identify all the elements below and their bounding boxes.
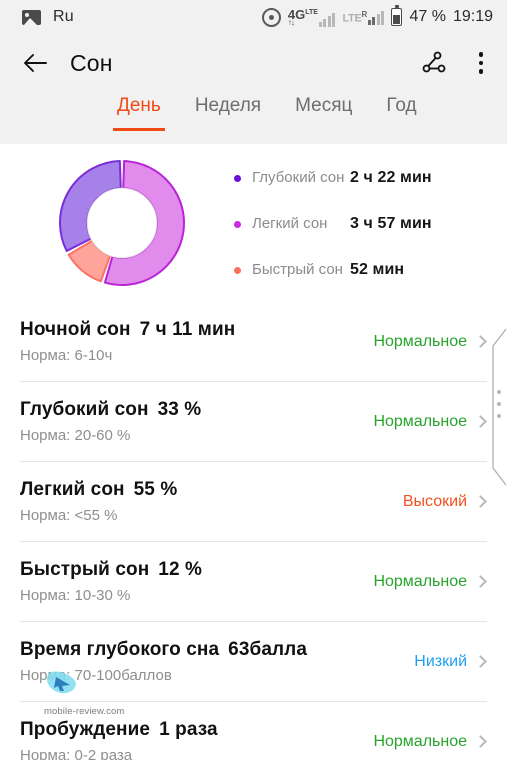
input-language-indicator: Ru — [53, 8, 74, 25]
network-label: 4G — [287, 6, 306, 22]
tab-year[interactable]: Год — [369, 92, 433, 138]
row-value-light-sleep: 55 % — [133, 479, 178, 500]
legend-dot-light-sleep — [234, 220, 241, 228]
edge-panel-dots — [497, 390, 501, 418]
table-row-rem-sleep[interactable]: Быстрый сон 12 % Норма: 10-30 % Нормально… — [0, 542, 507, 621]
status-badge-rem-sleep: Нормальное — [373, 572, 467, 590]
row-value-deep-sleep-time: 63балла — [228, 639, 307, 660]
legend-label-rem-sleep: Быстрый сон — [252, 261, 343, 279]
more-vertical-icon — [478, 52, 483, 57]
chevron-right-icon — [474, 735, 487, 748]
tab-day[interactable]: День — [100, 92, 178, 138]
edge-panel-handle[interactable] — [485, 328, 507, 486]
legend-item-light-sleep: Легкий сон 3 ч 57 мин — [234, 201, 432, 247]
battery-percent-label: 47 % — [409, 8, 446, 25]
status-bar: Ru 4GLTE ↑↓ LTER 47 % 19:19 — [0, 0, 507, 34]
clock-label: 19:19 — [452, 8, 493, 25]
legend-value-light-sleep: 3 ч 57 мин — [350, 215, 432, 232]
status-badge-deep-sleep: Нормальное — [373, 412, 467, 430]
tab-month[interactable]: Месяц — [278, 92, 369, 138]
app-bar: Сон — [0, 34, 507, 92]
back-arrow-icon — [24, 54, 47, 72]
status-badge-light-sleep: Высокий — [402, 492, 467, 510]
period-tabs: День Неделя Месяц Год — [0, 92, 507, 144]
row-title-rem-sleep: Быстрый сон — [20, 559, 150, 580]
battery-icon — [391, 5, 403, 26]
network-sup-label: LTE — [305, 8, 318, 16]
table-row-light-sleep[interactable]: Легкий сон 55 % Норма: <55 % Высокий — [0, 462, 507, 541]
back-button[interactable] — [18, 46, 52, 80]
legend-item-rem-sleep: Быстрый сон 52 мин — [234, 247, 432, 293]
signal-bars-icon-2 — [367, 10, 385, 25]
row-title-deep-sleep: Глубокий сон — [20, 399, 149, 420]
legend-label-deep-sleep: Глубокий сон — [252, 169, 345, 187]
wifi-direct-icon — [261, 7, 281, 27]
legend-label-light-sleep: Легкий сон — [252, 215, 328, 233]
row-norm-rem-sleep: Норма: 10-30 % — [20, 587, 131, 604]
phone-screen: Ru 4GLTE ↑↓ LTER 47 % 19:19 Сон День Нед… — [0, 0, 507, 760]
share-button[interactable] — [419, 48, 449, 78]
sleep-metrics-list: Ночной сон 7 ч 11 мин Норма: 6-10ч Нормал… — [0, 302, 507, 760]
signal-bars-icon-1 — [318, 12, 336, 27]
legend-value-deep-sleep: 2 ч 22 мин — [350, 169, 432, 186]
roaming-network-label: LTE — [342, 12, 362, 25]
row-value-night-sleep: 7 ч 11 мин — [139, 319, 236, 340]
row-value-deep-sleep: 33 % — [157, 399, 202, 420]
legend-dot-deep-sleep — [234, 174, 241, 182]
row-title-awakenings: Пробуждение — [20, 719, 151, 740]
row-norm-night-sleep: Норма: 6-10ч — [20, 347, 113, 364]
row-value-awakenings: 1 раза — [159, 719, 218, 740]
row-title-night-sleep: Ночной сон — [20, 319, 131, 340]
page-title: Сон — [70, 49, 113, 76]
network-type-indicator: 4GLTE ↑↓ — [288, 8, 336, 27]
sleep-donut-chart — [52, 153, 192, 293]
more-options-button[interactable] — [475, 48, 488, 78]
table-row-deep-sleep-time[interactable]: Время глубокого сна 63балла Норма: 70-100… — [0, 622, 507, 701]
status-badge-night-sleep: Нормальное — [373, 332, 467, 350]
chevron-right-icon — [474, 495, 487, 508]
row-value-rem-sleep: 12 % — [158, 559, 203, 580]
roaming-indicator: LTER — [342, 9, 385, 25]
table-row-awakenings[interactable]: Пробуждение 1 раза Норма: 0-2 раза Нормал… — [0, 702, 507, 760]
row-norm-light-sleep: Норма: <55 % — [20, 507, 118, 524]
legend-value-rem-sleep: 52 мин — [350, 261, 405, 278]
row-title-deep-sleep-time: Время глубокого сна — [20, 639, 220, 660]
share-nodes-icon — [422, 51, 445, 73]
status-badge-deep-sleep-time: Низкий — [414, 652, 467, 670]
chevron-right-icon — [474, 655, 487, 668]
donut-chart-svg — [59, 160, 185, 286]
row-norm-awakenings: Норма: 0-2 раза — [20, 747, 133, 760]
tab-week[interactable]: Неделя — [178, 92, 278, 138]
legend-dot-rem-sleep — [234, 266, 241, 274]
row-norm-deep-sleep-time: Норма: 70-100баллов — [20, 667, 172, 684]
chevron-right-icon — [474, 575, 487, 588]
status-bar-left: Ru — [22, 8, 74, 26]
sleep-chart-card: Глубокий сон 2 ч 22 мин Легкий сон 3 ч 5… — [0, 144, 507, 302]
image-icon — [22, 9, 41, 25]
roaming-sup-label: R — [361, 9, 368, 19]
edge-panel-handle-shape — [492, 328, 507, 486]
row-title-light-sleep: Легкий сон — [20, 479, 125, 500]
chart-legend: Глубокий сон 2 ч 22 мин Легкий сон 3 ч 5… — [234, 153, 432, 293]
row-norm-deep-sleep: Норма: 20-60 % — [20, 427, 131, 444]
status-bar-right: 4GLTE ↑↓ LTER 47 % 19:19 — [261, 5, 493, 27]
table-row-night-sleep[interactable]: Ночной сон 7 ч 11 мин Норма: 6-10ч Нормал… — [0, 302, 507, 381]
legend-item-deep-sleep: Глубокий сон 2 ч 22 мин — [234, 155, 432, 201]
status-badge-awakenings: Нормальное — [373, 732, 467, 750]
table-row-deep-sleep[interactable]: Глубокий сон 33 % Норма: 20-60 % Нормальн… — [0, 382, 507, 461]
app-bar-actions — [419, 48, 488, 78]
